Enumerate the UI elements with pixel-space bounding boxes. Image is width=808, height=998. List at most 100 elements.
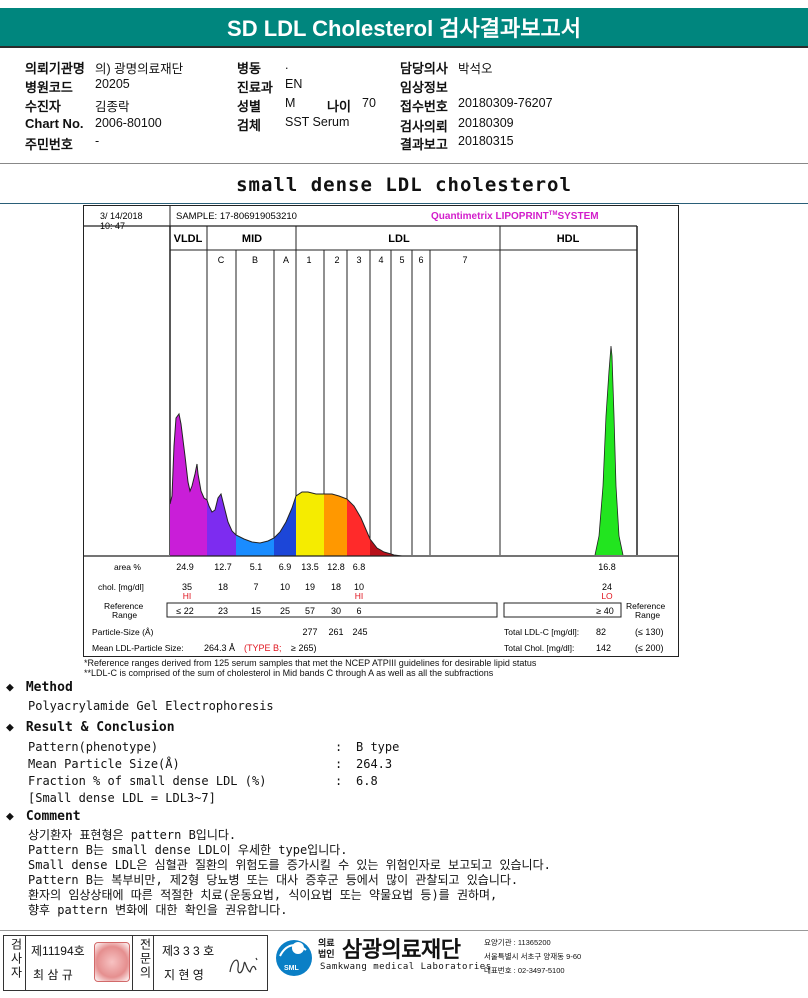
examiner-label: 검사자 — [9, 938, 23, 980]
info-value: 20180309-76207 — [458, 96, 553, 110]
sml-logo-icon: SML — [276, 940, 312, 976]
specialist-label: 전문의 — [138, 938, 152, 980]
result-heading: ◆ Result & Conclusion — [6, 720, 175, 735]
info-value: 20205 — [95, 77, 130, 91]
band-label-a: A — [283, 255, 289, 265]
result-value-fraction: 6.8 — [356, 774, 378, 788]
chol-2: 18 — [331, 582, 341, 592]
org-name: 삼광의료재단 — [342, 937, 461, 962]
specialist-name: 지 현 영 — [164, 968, 204, 982]
info-value: 20180309 — [458, 116, 514, 130]
flag-hdl-lo: LO — [601, 591, 613, 601]
info-value: 김종락 — [95, 100, 130, 114]
ref-label-right-2: Range — [635, 610, 660, 620]
band-label-6: 6 — [418, 255, 423, 265]
group-ldl: LDL — [388, 233, 410, 245]
total-chol-label: Total Chol. [mg/dl]: — [504, 643, 574, 653]
lipoprint-chart: 3/ 14/2018 10: 47 SAMPLE: 17-80691905321… — [83, 205, 679, 657]
method-heading: ◆ Method — [6, 680, 73, 695]
ref-b: 15 — [251, 606, 261, 616]
band-label-c: C — [218, 255, 225, 265]
ref-hdl: ≥ 40 — [596, 606, 613, 616]
section-title: small dense LDL cholesterol — [0, 170, 808, 204]
ref-c: 23 — [218, 606, 228, 616]
chol-c: 18 — [218, 582, 228, 592]
chol-b: 7 — [253, 582, 258, 592]
age-label: 나이 — [327, 99, 351, 114]
examiner-name: 최 삼 규 — [33, 968, 73, 982]
info-value: 박석오 — [458, 62, 493, 76]
diamond-icon: ◆ — [6, 680, 14, 695]
group-vldl: VLDL — [174, 233, 203, 245]
footnote-2: **LDL-C is comprised of the sum of chole… — [84, 668, 494, 678]
total-ldl-ref: (≤ 130) — [635, 627, 663, 637]
signature-box: 검사자 제11194호 최 삼 규 전문의 제3 3 3 호 지 현 영 — [3, 935, 268, 991]
band-label-7: 7 — [462, 255, 467, 265]
diamond-icon: ◆ — [6, 809, 14, 824]
footnotes: *Reference ranges derived from 125 serum… — [84, 658, 536, 678]
info-label: 검체 — [237, 118, 261, 133]
flag-3-hi: HI — [355, 591, 364, 601]
ref-a: 25 — [280, 606, 290, 616]
area-hdl: 16.8 — [598, 562, 616, 572]
info-label: 주민번호 — [25, 137, 73, 152]
info-value: 2006-80100 — [95, 116, 162, 130]
total-ldl-value: 82 — [596, 627, 606, 637]
electropherogram — [169, 345, 624, 557]
band-label-2: 2 — [334, 255, 339, 265]
report-title: SD LDL Cholesterol 검사결과보고서 — [0, 8, 808, 48]
band-label-5: 5 — [399, 255, 404, 265]
particle-1: 277 — [302, 627, 317, 637]
chol-label: chol. [mg/dl] — [98, 582, 144, 592]
comment-line: 향후 pattern 변화에 대한 확인을 권유합니다. — [28, 903, 288, 917]
diamond-icon: ◆ — [6, 720, 14, 735]
ref-2: 30 — [331, 606, 341, 616]
mean-ref: ≥ 265) — [291, 643, 316, 653]
info-value: SST Serum — [285, 115, 350, 129]
org-contact: 요양기관 : 11365200 서울특별시 서초구 양재동 9-60 대표번호 … — [484, 938, 582, 975]
area-a: 6.9 — [279, 562, 292, 572]
result-colon: : — [335, 757, 343, 771]
band-label-3: 3 — [356, 255, 361, 265]
info-label: 결과보고 — [400, 137, 448, 152]
info-label: Chart No. — [25, 116, 84, 131]
total-ldl-label: Total LDL-C [mg/dl]: — [504, 627, 579, 637]
seal-icon — [94, 942, 130, 982]
ref-1: 57 — [305, 606, 315, 616]
info-label: 접수번호 — [400, 99, 448, 114]
info-label: 수진자 — [25, 99, 61, 114]
svg-text:SML: SML — [284, 965, 300, 972]
info-label: 임상정보 — [400, 80, 448, 95]
ref-label-left-2: Range — [112, 610, 137, 620]
info-value: 의) 광명의료재단 — [95, 62, 184, 76]
signature-icon — [229, 957, 258, 974]
area-b: 5.1 — [250, 562, 263, 572]
ref-vldl: ≤ 22 — [176, 606, 193, 616]
age-value: 70 — [362, 96, 376, 110]
area-vldl: 24.9 — [176, 562, 194, 572]
result-label-fraction: Fraction % of small dense LDL (%) — [28, 774, 267, 788]
area-1: 13.5 — [301, 562, 319, 572]
group-mid: MID — [242, 233, 262, 245]
examiner-license: 제11194호 — [31, 944, 85, 958]
info-label: 성별 — [237, 99, 261, 114]
group-hdl: HDL — [557, 233, 580, 245]
info-label: 병원코드 — [25, 80, 73, 95]
particle-2: 261 — [328, 627, 343, 637]
org-prefix: 의료 법인 — [318, 938, 335, 959]
chart-date: 3/ 14/2018 — [100, 211, 143, 221]
ref-3: 6 — [356, 606, 361, 616]
patient-info: 의뢰기관명 의) 광명의료재단 병원코드 20205 수진자 김종락 Chart… — [0, 54, 808, 164]
result-colon: : — [335, 774, 343, 788]
result-value-size: 264.3 — [356, 757, 393, 771]
info-label: 검사의뢰 — [400, 119, 448, 134]
particle-3: 245 — [352, 627, 367, 637]
mean-type: (TYPE B; — [244, 643, 282, 653]
info-value: 20180315 — [458, 134, 514, 148]
info-label: 진료과 — [237, 80, 273, 95]
footer: 검사자 제11194호 최 삼 규 전문의 제3 3 3 호 지 현 영 SML… — [0, 930, 808, 998]
info-value: EN — [285, 77, 303, 91]
info-value: - — [95, 134, 100, 148]
area-label: area % — [114, 562, 141, 572]
band-label-b: B — [252, 255, 258, 265]
